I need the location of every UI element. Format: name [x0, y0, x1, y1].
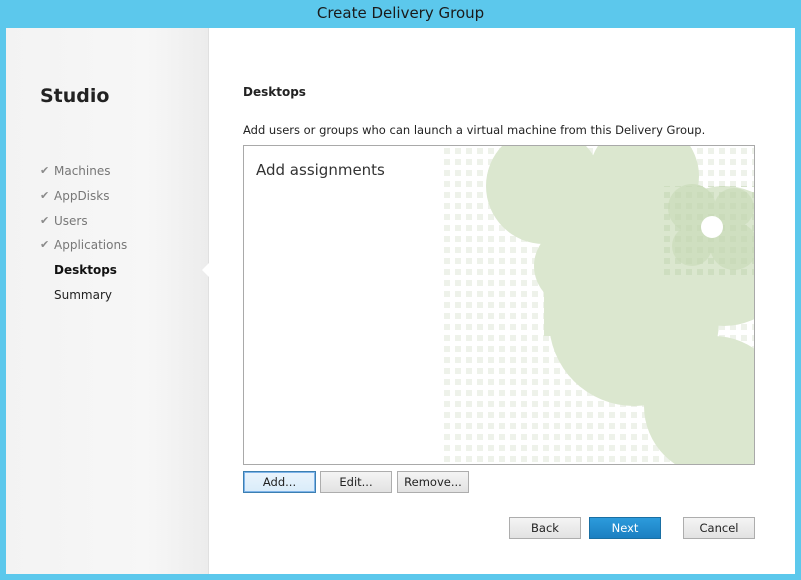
step-label: Machines — [54, 164, 111, 178]
step-applications[interactable]: ✔ Applications — [40, 236, 127, 261]
assignments-heading: Add assignments — [256, 161, 385, 179]
checkmark-icon: ✔ — [40, 238, 50, 252]
citrix-watermark-art — [444, 146, 754, 464]
wizard-sidebar: Studio ✔ Machines ✔ AppDisks ✔ Users ✔ A… — [6, 28, 209, 574]
checkmark-icon: ✔ — [40, 188, 50, 202]
edit-button[interactable]: Edit... — [320, 471, 392, 493]
step-summary: Summary — [40, 286, 127, 311]
studio-brand: Studio — [40, 85, 110, 107]
wizard-steps: ✔ Machines ✔ AppDisks ✔ Users ✔ Applicat… — [40, 162, 127, 311]
add-button[interactable]: Add... — [243, 471, 316, 493]
next-button[interactable]: Next — [589, 517, 661, 539]
wizard-window: Studio ✔ Machines ✔ AppDisks ✔ Users ✔ A… — [6, 28, 795, 574]
window-title: Create Delivery Group — [316, 4, 485, 22]
step-desktops: Desktops — [40, 261, 127, 286]
step-label: Users — [54, 213, 88, 228]
step-label: Summary — [54, 287, 112, 302]
step-label: AppDisks — [54, 188, 110, 203]
checkmark-icon: ✔ — [40, 213, 50, 227]
remove-button[interactable]: Remove... — [397, 471, 469, 493]
instructions-text: Add users or groups who can launch a vir… — [243, 123, 706, 137]
page-title: Desktops — [243, 85, 306, 99]
assignments-list[interactable]: Add assignments — [243, 145, 755, 465]
active-step-pointer — [202, 263, 209, 277]
step-label: Desktops — [54, 263, 117, 278]
cancel-button[interactable]: Cancel — [683, 517, 755, 539]
step-appdisks[interactable]: ✔ AppDisks — [40, 187, 127, 212]
back-button[interactable]: Back — [509, 517, 581, 539]
checkmark-icon: ✔ — [40, 164, 50, 177]
step-label: Applications — [54, 238, 128, 253]
step-machines[interactable]: ✔ Machines — [40, 162, 127, 187]
step-users[interactable]: ✔ Users — [40, 212, 127, 237]
